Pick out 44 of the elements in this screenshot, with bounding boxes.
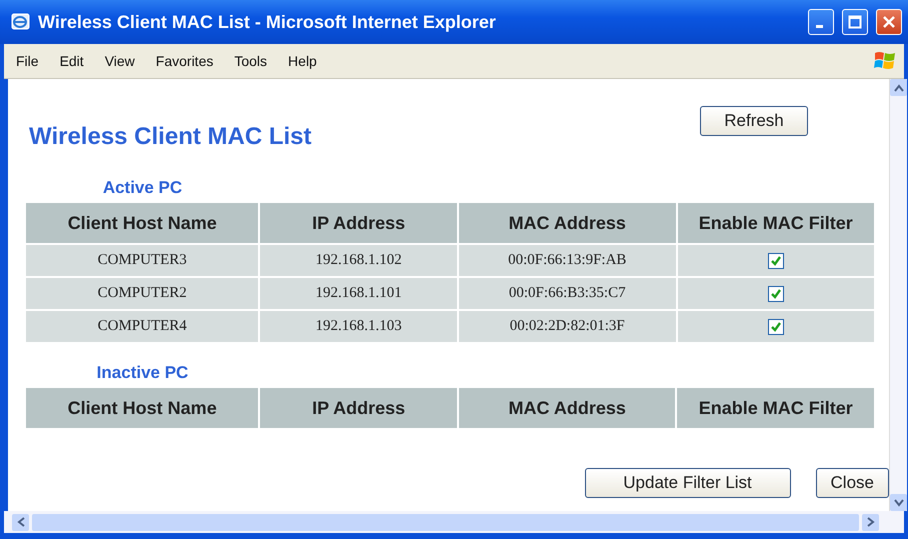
table-cell: 192.168.1.101 [260, 278, 457, 309]
menu-item[interactable]: Favorites [156, 53, 214, 69]
menu-item[interactable]: View [104, 53, 135, 69]
scroll-up-button[interactable] [890, 79, 907, 96]
minimize-icon [816, 25, 823, 28]
table-cell: 00:0F:66:13:9F:AB [458, 245, 676, 276]
table-cell: 00:0F:66:B3:35:C7 [458, 278, 676, 309]
menu-item[interactable]: Tools [234, 53, 268, 69]
scroll-right-button[interactable] [862, 514, 879, 530]
table-cell: 192.168.1.102 [260, 245, 457, 276]
column-header: Enable MAC Filter [677, 388, 874, 428]
update-button[interactable]: Update Filter List [584, 468, 791, 498]
section-label: Active PC [102, 177, 184, 199]
column-header: IP Address [260, 388, 457, 428]
column-header: Client Host Name [26, 388, 258, 428]
scroll-left-button[interactable] [12, 514, 29, 530]
close-page-button[interactable]: Close [816, 468, 889, 498]
scroll-down-button[interactable] [890, 494, 907, 511]
table-cell: 192.168.1.103 [260, 311, 457, 342]
table-cell: 00:02:2D:82:01:3F [458, 311, 676, 342]
checkbox[interactable] [768, 286, 784, 302]
menu-item[interactable]: Help [288, 53, 317, 69]
page-heading: Wireless Client MAC List [29, 123, 312, 151]
refresh-button[interactable]: Refresh [700, 106, 808, 136]
maximize-icon [848, 15, 862, 29]
table-cell: COMPUTER2 [26, 278, 258, 309]
menu-item[interactable]: Edit [60, 53, 84, 69]
column-header: Client Host Name [26, 203, 258, 243]
maximize-button[interactable] [842, 9, 868, 35]
menu-item[interactable]: File [16, 53, 39, 69]
scrollbar-thumb[interactable] [32, 514, 859, 530]
column-header: MAC Address [458, 388, 676, 428]
window-title: Wireless Client MAC List - Microsoft Internet Explorer [38, 12, 497, 32]
column-header: IP Address [260, 203, 457, 243]
section-label: Inactive PC [96, 362, 190, 384]
column-header: Enable MAC Filter [678, 203, 874, 243]
checkbox[interactable] [768, 318, 784, 335]
table-cell: COMPUTER4 [26, 311, 258, 342]
checkbox[interactable] [768, 252, 784, 269]
column-header: MAC Address [458, 203, 676, 243]
table-cell: COMPUTER3 [26, 245, 258, 276]
close-button[interactable] [876, 9, 902, 35]
minimize-button[interactable] [808, 9, 834, 35]
close-icon [882, 15, 896, 29]
